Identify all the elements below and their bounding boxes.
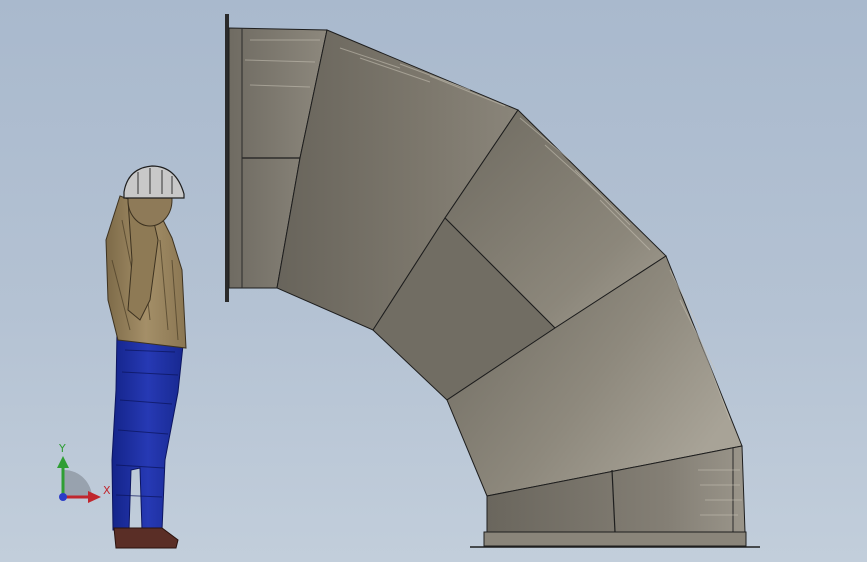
top-flange-plate <box>225 14 229 302</box>
triad-x-arrow <box>88 491 101 503</box>
triad-y-arrow <box>57 456 69 468</box>
model-viewport[interactable]: Y X <box>0 0 867 562</box>
triad-y-label: Y <box>58 442 66 455</box>
orientation-triad[interactable]: Y X <box>57 442 111 503</box>
figure-shoe <box>113 527 179 549</box>
model-scene[interactable]: Y X <box>0 0 867 562</box>
triad-z-axis <box>59 493 67 501</box>
figure-pants <box>111 331 185 531</box>
duct-elbow-model[interactable] <box>225 14 760 548</box>
figure-hard-hat <box>123 165 185 199</box>
human-scale-figure[interactable] <box>105 165 187 549</box>
triad-x-label: X <box>103 484 111 497</box>
bottom-flange-plate <box>483 531 747 547</box>
triad-reference-arc <box>64 470 92 498</box>
